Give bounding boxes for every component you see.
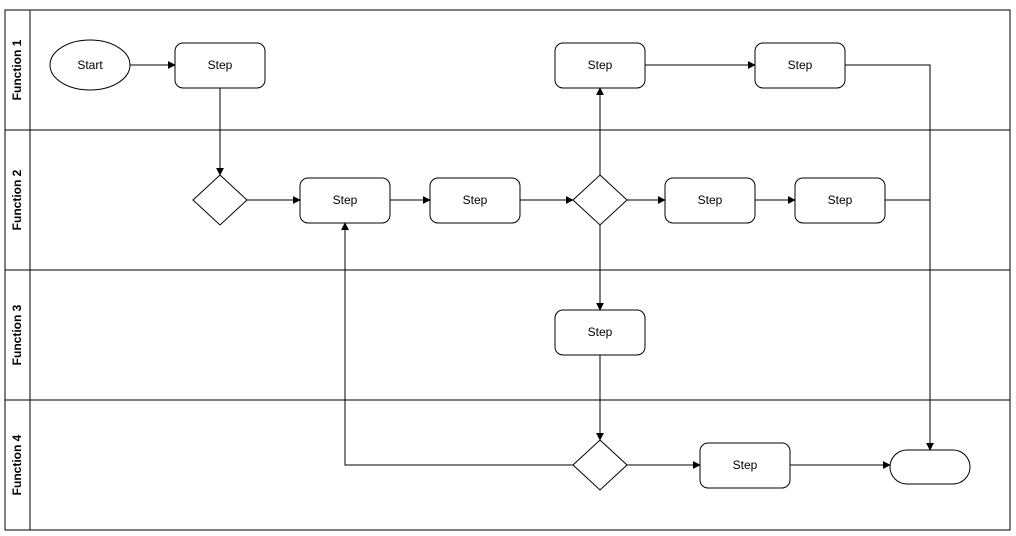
step-s6-label: Step: [588, 58, 613, 72]
step-s2-label: Step: [333, 193, 358, 207]
decision-1[interactable]: [193, 175, 247, 225]
start-node[interactable]: Start: [50, 40, 130, 90]
edge-d3-s2: [345, 223, 573, 465]
step-s7-label: Step: [788, 58, 813, 72]
edge-s7-end: [845, 65, 930, 450]
lane-label-1: Function 1: [10, 39, 24, 100]
start-label: Start: [77, 58, 103, 72]
step-s3-label: Step: [463, 193, 488, 207]
lane-label-2: Function 2: [10, 169, 24, 230]
step-s6[interactable]: Step: [555, 43, 645, 88]
step-s5[interactable]: Step: [795, 178, 885, 223]
step-s8-label: Step: [588, 325, 613, 339]
swimlane-diagram: Function 1 Function 2 Function 3 Functio…: [0, 0, 1016, 536]
step-s9[interactable]: Step: [700, 443, 790, 488]
end-node[interactable]: [890, 450, 970, 484]
step-s5-label: Step: [828, 193, 853, 207]
lane-label-3: Function 3: [10, 304, 24, 365]
step-s1[interactable]: Step: [175, 43, 265, 88]
lane-label-4: Function 4: [10, 434, 24, 495]
step-s7[interactable]: Step: [755, 43, 845, 88]
step-s4[interactable]: Step: [665, 178, 755, 223]
step-s4-label: Step: [698, 193, 723, 207]
step-s1-label: Step: [208, 58, 233, 72]
decision-2[interactable]: [573, 175, 627, 225]
decision-3[interactable]: [573, 440, 627, 490]
step-s9-label: Step: [733, 458, 758, 472]
step-s2[interactable]: Step: [300, 178, 390, 223]
step-s3[interactable]: Step: [430, 178, 520, 223]
step-s8[interactable]: Step: [555, 310, 645, 355]
